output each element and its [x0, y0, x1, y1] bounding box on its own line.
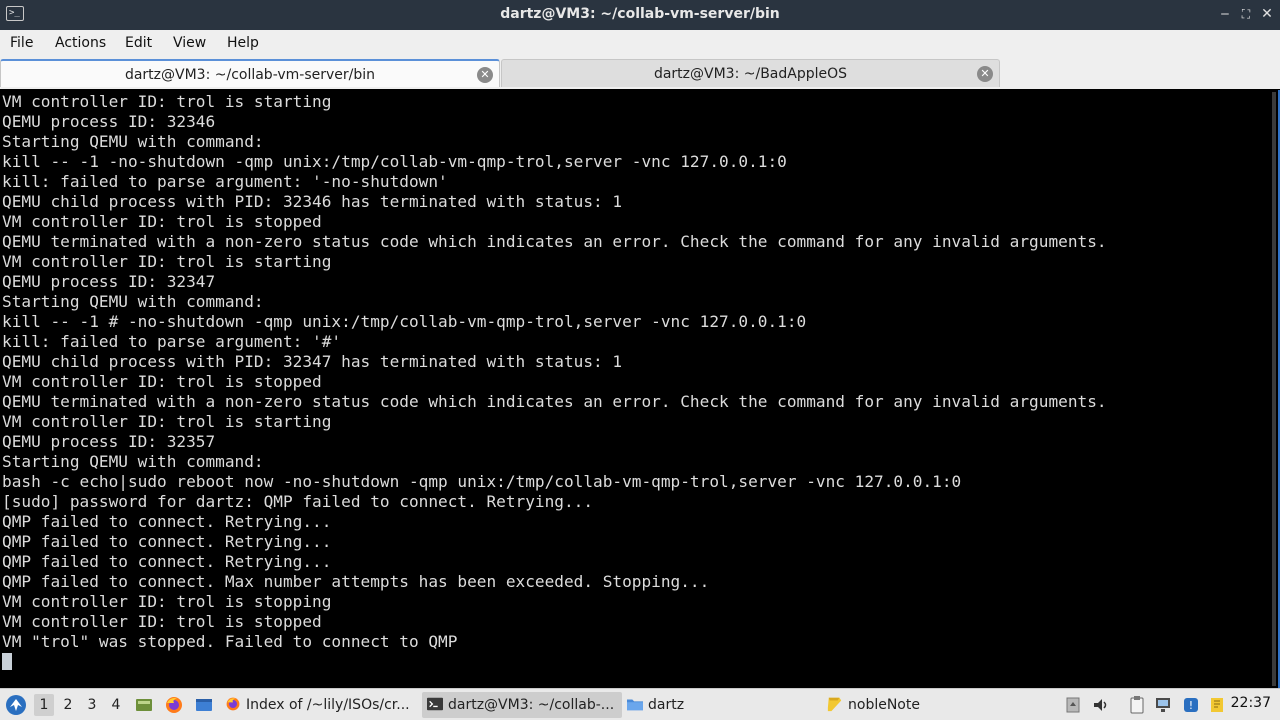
note-icon: [827, 697, 842, 712]
minimize-button[interactable]: ‒: [1216, 5, 1234, 23]
workspace-3[interactable]: 3: [82, 694, 102, 716]
terminal-line: VM controller ID: trol is stopping: [2, 592, 332, 611]
task-firefox[interactable]: Index of /~lily/ISOs/cr...: [224, 692, 414, 718]
terminal-line: QMP failed to connect. Retrying...: [2, 532, 332, 551]
terminal-line: VM controller ID: trol is stopped: [2, 212, 322, 231]
task-label: Index of /~lily/ISOs/cr...: [246, 697, 410, 713]
task-label: nobleNote: [848, 697, 920, 713]
terminal-line: Starting QEMU with command:: [2, 132, 264, 151]
terminal-line: VM controller ID: trol is starting: [2, 92, 332, 111]
desktop-icon[interactable]: [194, 695, 214, 715]
task-file-manager[interactable]: dartz: [626, 692, 816, 718]
terminal-line: QEMU process ID: 32346: [2, 112, 216, 131]
folder-icon: [627, 699, 643, 711]
task-noblenote[interactable]: nobleNote: [826, 692, 1016, 718]
network-icon[interactable]: [1154, 695, 1172, 715]
terminal-line: QMP failed to connect. Max number attemp…: [2, 572, 710, 591]
taskbar: 1 2 3 4 Index of /~lily/ISOs/cr... dartz…: [0, 688, 1280, 720]
volume-icon[interactable]: [1092, 695, 1110, 715]
menu-icon[interactable]: [5, 694, 27, 716]
close-button[interactable]: ✕: [1258, 5, 1276, 23]
task-label: dartz@VM3: ~/collab-...: [448, 697, 615, 713]
workspace-4[interactable]: 4: [106, 694, 126, 716]
updates-icon[interactable]: !: [1182, 695, 1200, 715]
terminal-line: kill -- -1 -no-shutdown -qmp unix:/tmp/c…: [2, 152, 787, 171]
terminal-line: QEMU terminated with a non-zero status c…: [2, 232, 1107, 251]
terminal-line: QEMU process ID: 32347: [2, 272, 216, 291]
terminal-line: kill: failed to parse argument: '#': [2, 332, 342, 351]
menu-edit[interactable]: Edit: [125, 35, 152, 51]
workspace-2[interactable]: 2: [58, 694, 78, 716]
terminal-line: QEMU process ID: 32357: [2, 432, 216, 451]
terminal-line: [sudo] password for dartz: QMP failed to…: [2, 492, 594, 511]
terminal-icon: [427, 697, 443, 711]
terminal-line: Starting QEMU with command:: [2, 292, 264, 311]
show-desktop-icon[interactable]: [134, 695, 154, 715]
menu-view[interactable]: View: [173, 35, 206, 51]
menu-actions[interactable]: Actions: [55, 35, 106, 51]
tab-label: dartz@VM3: ~/collab-vm-server/bin: [124, 67, 376, 83]
tab-bar: dartz@VM3: ~/collab-vm-server/bin ✕ dart…: [0, 58, 1280, 89]
terminal-line: QMP failed to connect. Retrying...: [2, 512, 332, 531]
tab-close-icon[interactable]: ✕: [477, 67, 493, 83]
terminal-line: VM controller ID: trol is starting: [2, 412, 332, 431]
terminal-line: QEMU child process with PID: 32346 has t…: [2, 192, 623, 211]
terminal-cursor: [2, 653, 12, 670]
terminal-line: QEMU child process with PID: 32347 has t…: [2, 352, 623, 371]
terminal-output: VM controller ID: trol is starting QEMU p…: [2, 92, 1107, 652]
tab-label: dartz@VM3: ~/BadAppleOS: [653, 66, 848, 82]
terminal-line: VM controller ID: trol is stopped: [2, 612, 322, 631]
task-label: dartz: [648, 697, 685, 713]
window-titlebar[interactable]: >_ dartz@VM3: ~/collab-vm-server/bin ‒ ⛶…: [0, 0, 1280, 30]
terminal-line: VM controller ID: trol is starting: [2, 252, 332, 271]
svg-text:!: !: [1189, 699, 1193, 712]
terminal-line: Starting QEMU with command:: [2, 452, 264, 471]
maximize-button[interactable]: ⛶: [1237, 5, 1255, 23]
menu-bar: File Actions Edit View Help: [0, 30, 1280, 58]
task-terminal[interactable]: dartz@VM3: ~/collab-...: [422, 692, 622, 718]
window-title: dartz@VM3: ~/collab-vm-server/bin: [500, 6, 780, 22]
terminal-line: QEMU terminated with a non-zero status c…: [2, 392, 1107, 411]
tab-close-icon[interactable]: ✕: [977, 66, 993, 82]
terminal-line: VM controller ID: trol is stopped: [2, 372, 322, 391]
firefox-icon[interactable]: [164, 695, 184, 715]
firefox-icon: [226, 697, 240, 711]
clock[interactable]: 22:37: [1231, 695, 1271, 711]
terminal-line: bash -c echo|sudo reboot now -no-shutdow…: [2, 472, 962, 491]
clipboard-icon[interactable]: [1128, 695, 1146, 715]
terminal-view[interactable]: VM controller ID: trol is starting QEMU p…: [0, 90, 1280, 688]
drive-icon[interactable]: [1064, 695, 1082, 715]
terminal-line: VM "trol" was stopped. Failed to connect…: [2, 632, 458, 651]
tab-badappleos[interactable]: dartz@VM3: ~/BadAppleOS ✕: [501, 59, 1000, 87]
terminal-scrollbar[interactable]: [1272, 92, 1276, 686]
tab-collab-vm-server[interactable]: dartz@VM3: ~/collab-vm-server/bin ✕: [0, 59, 500, 87]
workspace-1[interactable]: 1: [34, 694, 54, 716]
terminal-line: QMP failed to connect. Retrying...: [2, 552, 332, 571]
terminal-line: kill: failed to parse argument: '-no-shu…: [2, 172, 448, 191]
notes-icon[interactable]: [1208, 695, 1226, 715]
terminal-line: kill -- -1 # -no-shutdown -qmp unix:/tmp…: [2, 312, 807, 331]
menu-help[interactable]: Help: [227, 35, 259, 51]
menu-file[interactable]: File: [10, 35, 33, 51]
